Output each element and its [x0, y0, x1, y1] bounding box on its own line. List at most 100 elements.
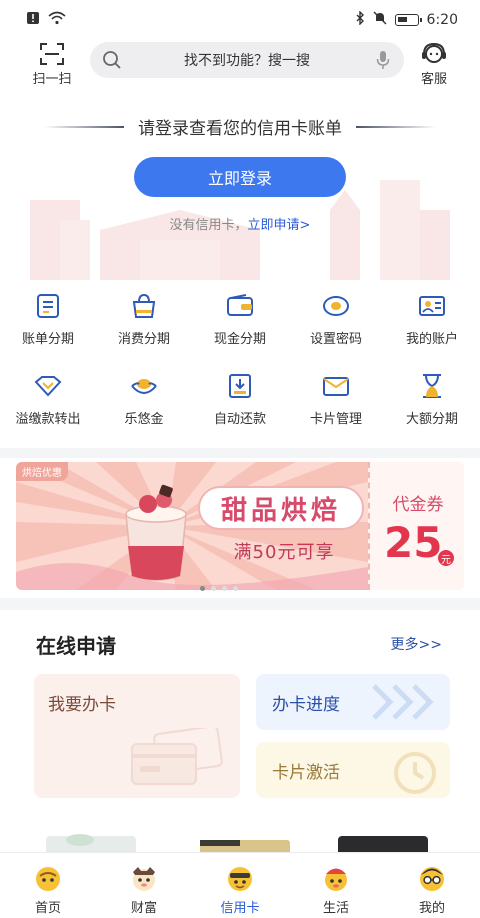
dessert-cup-image	[125, 484, 187, 581]
search-bar[interactable]: 找不到功能？搜一搜	[90, 42, 404, 78]
tab-label: 信用卡	[220, 901, 260, 916]
customer-service-label: 客服	[420, 72, 447, 87]
pagination-dot[interactable]	[200, 586, 205, 591]
bill-icon	[34, 292, 62, 320]
card-activation-tile[interactable]: 卡片激活	[256, 742, 450, 798]
hourglass-icon	[418, 372, 446, 400]
coupon-label: 代金券	[392, 495, 444, 515]
account-card-icon	[418, 292, 446, 320]
microphone-icon[interactable]	[376, 50, 390, 70]
customer-service-button[interactable]: 客服	[406, 42, 462, 87]
tab-credit-card[interactable]: 信用卡	[192, 853, 288, 918]
apply-now-link[interactable]: 立即申请>	[248, 218, 311, 233]
chevrons-decoration-icon	[372, 684, 434, 720]
wifi-icon	[48, 11, 66, 29]
online-apply-section: 在线申请 更多>> 我要办卡 办卡进度 卡片激活	[20, 614, 460, 864]
grid-item-label: 账单分期	[21, 332, 74, 347]
grid-item-label: 消费分期	[117, 332, 170, 347]
tab-label: 生活	[322, 901, 349, 916]
section-divider	[0, 448, 480, 458]
banner-subtitle: 满50元可享	[233, 542, 335, 563]
notification-alert-icon	[26, 11, 40, 29]
grid-item-label: 大额分期	[405, 412, 458, 427]
status-bar: 6:20	[0, 0, 480, 40]
login-prompt-title: 请登录查看您的信用卡账单	[0, 114, 480, 139]
search-icon	[103, 51, 121, 69]
mute-bell-icon	[373, 11, 387, 29]
title-left-decoration	[44, 125, 124, 128]
grid-item-overpayment-transfer[interactable]: 溢缴款转出	[0, 366, 96, 446]
top-bar: 扫一扫 找不到功能？搜一搜 客服	[0, 40, 480, 90]
section-title: 在线申请	[36, 634, 116, 658]
pagination-dot[interactable]	[233, 586, 238, 591]
tab-home[interactable]: 首页	[0, 853, 96, 918]
banner-tag: 烘焙优惠	[16, 462, 68, 481]
section-divider	[0, 598, 480, 610]
grid-item-label: 自动还款	[213, 412, 266, 427]
banner-pagination	[200, 586, 238, 591]
grid-item-bill-installment[interactable]: 账单分期	[0, 286, 96, 366]
home-face-icon	[36, 867, 60, 891]
title-right-decoration	[356, 125, 436, 128]
tab-label: 财富	[130, 901, 157, 916]
coupon-box: 代金券 25 元	[368, 462, 464, 590]
application-progress-tile[interactable]: 办卡进度	[256, 674, 450, 730]
card-manage-icon	[322, 372, 350, 400]
mine-face-icon	[420, 867, 444, 891]
grid-item-set-password[interactable]: 设置密码	[288, 286, 384, 366]
bottom-tab-bar: 首页 财富 信用卡 生活 我的	[0, 852, 480, 918]
no-card-text: 没有信用卡，	[169, 218, 248, 233]
grid-item-label: 现金分期	[213, 332, 266, 347]
pagination-dot[interactable]	[211, 586, 216, 591]
scan-icon	[40, 43, 64, 65]
tab-life[interactable]: 生活	[288, 853, 384, 918]
headset-icon	[422, 42, 446, 63]
tab-label: 首页	[34, 901, 61, 916]
activate-label: 卡片激活	[272, 763, 340, 783]
login-button[interactable]: 立即登录	[134, 157, 346, 197]
tab-label: 我的	[418, 901, 445, 916]
pagination-dot[interactable]	[222, 586, 227, 591]
grid-item-auto-repayment[interactable]: 自动还款	[192, 366, 288, 446]
scan-button[interactable]: 扫一扫	[24, 42, 80, 87]
scan-label: 扫一扫	[32, 72, 72, 87]
diamond-icon	[34, 372, 62, 400]
wealth-face-icon	[133, 867, 155, 891]
clock-decoration-icon	[394, 752, 436, 794]
credit-card-face-icon	[228, 867, 252, 891]
grid-item-my-account[interactable]: 我的账户	[384, 286, 480, 366]
grid-item-consumer-installment[interactable]: 消费分期	[96, 286, 192, 366]
grid-item-leyoujin[interactable]: 乐悠金	[96, 366, 192, 446]
grid-item-label: 乐悠金	[124, 412, 164, 427]
apply-card-line: 没有信用卡，立即申请>	[0, 214, 480, 233]
bluetooth-icon	[355, 10, 365, 29]
grid-item-label: 设置密码	[309, 332, 362, 347]
function-grid: 账单分期 消费分期 现金分期 设置密码 我的账户 溢缴款转出 乐悠金 自动还款 …	[0, 286, 480, 446]
status-time: 6:20	[426, 12, 458, 28]
password-icon	[322, 292, 350, 320]
grid-item-label: 我的账户	[405, 332, 458, 347]
grid-item-large-installment[interactable]: 大额分期	[384, 366, 480, 446]
search-placeholder: 找不到功能？搜一搜	[184, 53, 310, 69]
wallet-icon	[226, 292, 254, 320]
promo-banner[interactable]: 烘焙优惠 甜品烘焙 满50元可享 代金券 25 元	[16, 462, 464, 590]
battery-icon	[394, 14, 422, 26]
shopping-bag-icon	[130, 292, 158, 320]
login-prompt-text: 请登录查看您的信用卡账单	[138, 119, 342, 139]
apply-card-label: 我要办卡	[48, 695, 116, 715]
progress-label: 办卡进度	[272, 695, 340, 715]
more-link[interactable]: 更多>>	[391, 634, 442, 654]
coupon-unit: 元	[438, 550, 454, 566]
tab-mine[interactable]: 我的	[384, 853, 480, 918]
grid-item-cash-installment[interactable]: 现金分期	[192, 286, 288, 366]
coupon-amount: 25	[384, 518, 443, 567]
apply-card-tile[interactable]: 我要办卡	[34, 674, 240, 798]
grid-item-label: 溢缴款转出	[15, 412, 81, 427]
login-hero: 请登录查看您的信用卡账单 立即登录 没有信用卡，立即申请>	[0, 98, 480, 280]
card-thumbnails-peek	[46, 834, 428, 854]
gold-ingot-icon	[130, 372, 158, 400]
tab-wealth[interactable]: 财富	[96, 853, 192, 918]
life-face-icon	[325, 868, 347, 891]
grid-item-card-management[interactable]: 卡片管理	[288, 366, 384, 446]
banner-title: 甜品烘焙	[198, 486, 364, 530]
